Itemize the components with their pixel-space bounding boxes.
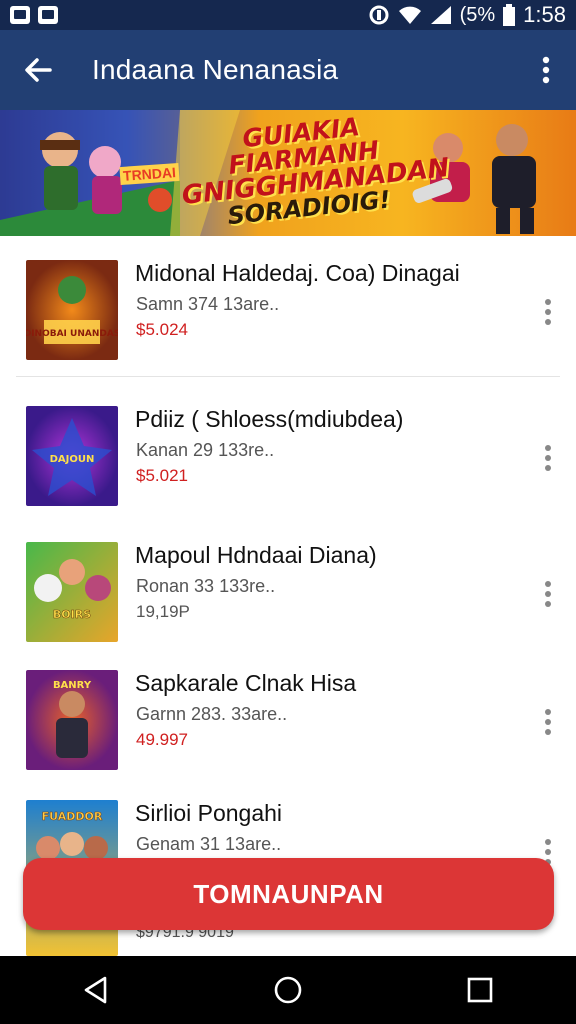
thumbnail-label: BOIRS	[53, 608, 91, 621]
item-menu-button[interactable]	[538, 294, 558, 330]
image-notification-icon	[10, 6, 30, 24]
thumbnail-label: BANRY	[53, 680, 92, 691]
item-menu-button[interactable]	[538, 440, 558, 476]
item-subtitle: Garnn 283. 33are..	[136, 704, 288, 724]
item-menu-button[interactable]	[538, 704, 558, 740]
nav-recents-icon	[467, 977, 493, 1003]
item-title: Sapkarale Clnak Hisa	[135, 670, 357, 696]
thumbnail-label: DINOBAI UNANDAS	[26, 329, 118, 339]
nav-home-button[interactable]	[258, 960, 318, 1020]
item-subtitle: Ronan 33 133re..	[136, 576, 276, 596]
item-title: Midonal Haldedaj. Coa) Dinagai	[135, 260, 460, 286]
signal-icon	[430, 6, 451, 24]
overflow-menu-button[interactable]	[516, 30, 576, 110]
item-subtitle: Kanan 29 133re..	[136, 440, 275, 460]
app-bar: Indaana Nenanasia	[0, 30, 576, 110]
more-vert-icon	[545, 445, 551, 471]
game-thumbnail: BANRY	[26, 670, 118, 770]
list-item[interactable]: BOIRS Mapoul Hdndaai Diana) Ronan 33 133…	[0, 542, 576, 662]
arrow-left-icon	[25, 58, 52, 82]
item-menu-button[interactable]	[538, 576, 558, 612]
item-price: $5.021	[136, 466, 188, 485]
list-item[interactable]: BANRY Sapkarale Clnak Hisa Garnn 283. 33…	[0, 670, 576, 790]
game-thumbnail: DAJOUN	[26, 406, 118, 506]
item-title: Sirlioi Pongahi	[135, 800, 283, 826]
notification-icons	[10, 6, 58, 24]
divider	[16, 376, 560, 377]
gallery-notification-icon	[38, 6, 58, 24]
list-item[interactable]: DINOBAI UNANDAS Midonal Haldedaj. Coa) D…	[0, 260, 576, 380]
primary-action-button[interactable]: TOMNAUNPAN	[23, 858, 554, 930]
item-subtitle: Samn 374 13are..	[136, 294, 280, 314]
game-thumbnail: BOIRS	[26, 542, 118, 642]
item-price: $5.024	[136, 320, 188, 339]
more-vert-icon	[545, 709, 551, 735]
data-saver-icon	[369, 5, 389, 25]
system-indicators: (5% 1:58	[368, 2, 566, 28]
battery-percent: (5%	[459, 3, 496, 26]
system-nav-bar	[0, 956, 576, 1024]
battery-icon	[503, 4, 516, 26]
item-price: 49.997	[136, 730, 188, 749]
item-title: Pdiiz ( Shloess(mdiubdea)	[135, 406, 404, 432]
more-vert-icon	[542, 56, 550, 84]
thumbnail-label: FUADDOR	[42, 810, 103, 823]
nav-home-icon	[274, 976, 302, 1004]
nav-recents-button[interactable]	[450, 960, 510, 1020]
nav-back-icon	[84, 976, 107, 1004]
clock: 1:58	[523, 2, 566, 27]
game-thumbnail: DINOBAI UNANDAS	[26, 260, 118, 360]
thumbnail-label: DAJOUN	[50, 454, 95, 465]
more-vert-icon	[545, 581, 551, 607]
promo-banner[interactable]: TRNDAI GUIAKIA FIARMANH GNIGGHMANADAN SO…	[0, 110, 576, 236]
nav-back-button[interactable]	[66, 960, 126, 1020]
item-subtitle: Genam 31 13are..	[136, 834, 282, 854]
item-price: 19,19P	[136, 602, 190, 621]
back-button[interactable]	[0, 30, 76, 110]
wifi-icon	[398, 6, 421, 24]
page-title: Indaana Nenanasia	[92, 54, 339, 85]
item-title: Mapoul Hdndaai Diana)	[135, 542, 377, 568]
status-bar: (5% 1:58	[0, 0, 576, 30]
more-vert-icon	[545, 299, 551, 325]
list-item[interactable]: DAJOUN Pdiiz ( Shloess(mdiubdea) Kanan 2…	[0, 406, 576, 526]
